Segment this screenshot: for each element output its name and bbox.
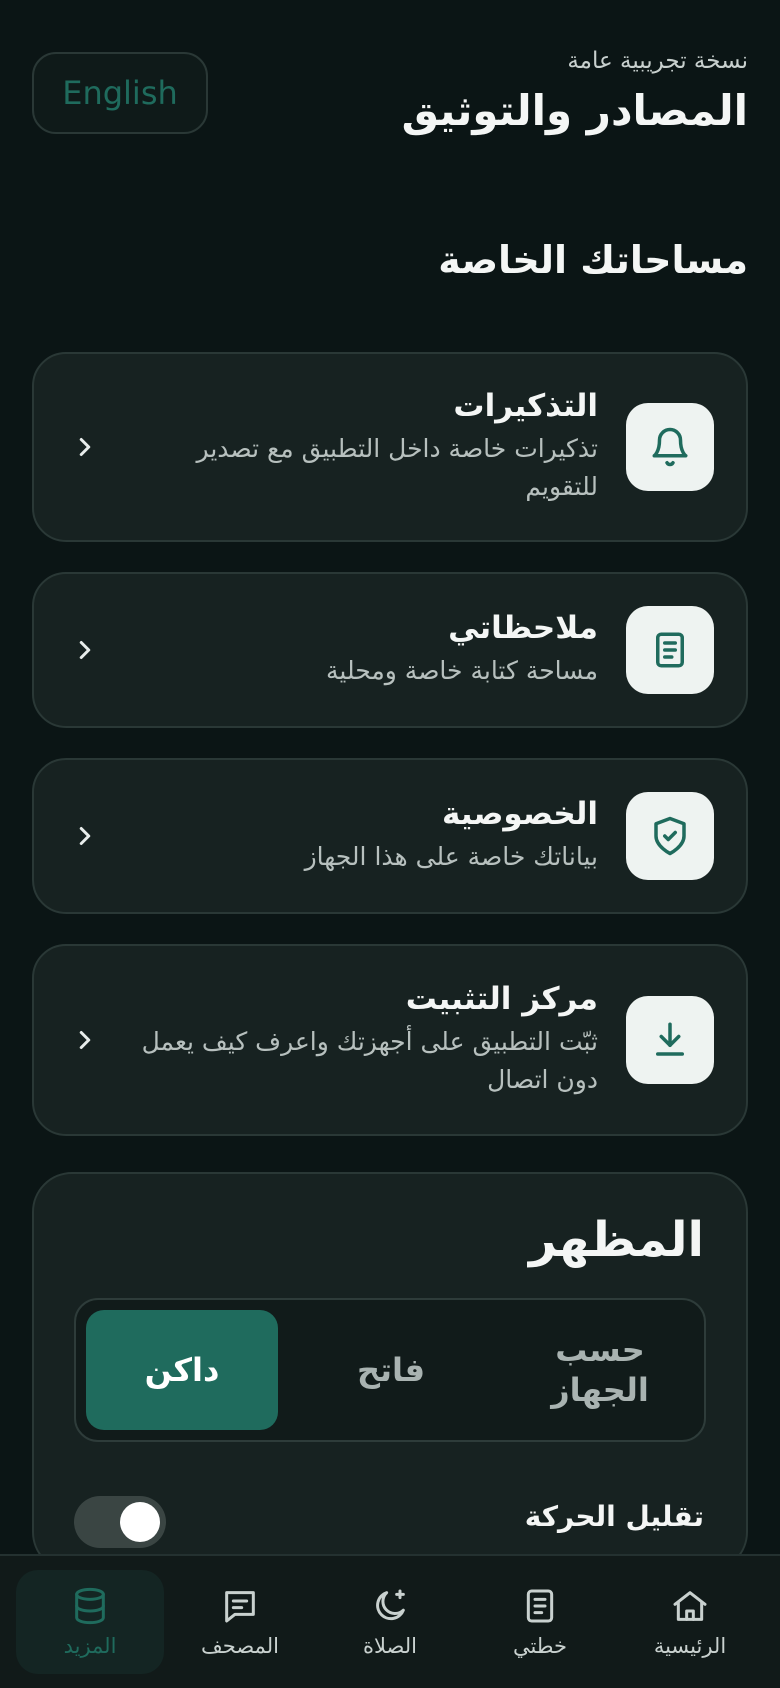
card-notes[interactable]: ملاحظاتي مساحة كتابة خاصة ومحلية bbox=[32, 572, 748, 728]
database-icon bbox=[75, 1587, 105, 1625]
card-description: تذكيرات خاصة داخل التطبيق مع تصدير للتقو… bbox=[196, 434, 598, 501]
language-button[interactable]: English bbox=[32, 52, 208, 134]
moon-star-icon bbox=[376, 1589, 405, 1621]
theme-selector: داكن فاتح حسب الجهاز bbox=[74, 1298, 706, 1442]
card-description: مساحة كتابة خاصة ومحلية bbox=[326, 656, 598, 685]
reduce-motion-label: تقليل الحركة bbox=[524, 1500, 704, 1533]
nav-label: الرئيسية bbox=[653, 1634, 727, 1658]
card-description: بياناتك خاصة على هذا الجهاز bbox=[304, 842, 598, 871]
card-texts: الخصوصية بياناتك خاصة على هذا الجهاز bbox=[128, 796, 598, 876]
chevron-left-icon bbox=[79, 641, 91, 659]
bottom-nav: الرئيسية خطتي الصلاة المصحف المزيد bbox=[0, 1554, 780, 1688]
theme-option-system[interactable]: حسب الجهاز bbox=[504, 1310, 696, 1430]
card-texts: ملاحظاتي مساحة كتابة خاصة ومحلية bbox=[128, 610, 598, 690]
quran-icon bbox=[225, 1591, 255, 1623]
theme-option-dark[interactable]: داكن bbox=[86, 1310, 278, 1430]
nav-label: المصحف bbox=[201, 1634, 279, 1658]
nav-label: الصلاة bbox=[363, 1634, 417, 1658]
card-title: مركز التثبيت bbox=[405, 981, 598, 1017]
card-title: التذكيرات bbox=[453, 388, 598, 424]
card-texts: التذكيرات تذكيرات خاصة داخل التطبيق مع ت… bbox=[128, 388, 598, 506]
download-icon bbox=[626, 996, 714, 1084]
notes-icon bbox=[626, 606, 714, 694]
nav-item-more[interactable]: المزيد bbox=[16, 1570, 164, 1674]
nav-label: المزيد bbox=[63, 1634, 117, 1658]
plan-icon bbox=[526, 1589, 554, 1623]
reduce-motion-toggle[interactable] bbox=[74, 1496, 166, 1548]
card-privacy[interactable]: الخصوصية بياناتك خاصة على هذا الجهاز bbox=[32, 758, 748, 914]
header-subtitle: نسخة تجريبية عامة bbox=[567, 48, 748, 74]
appearance-title: المظهر bbox=[529, 1212, 704, 1268]
home-icon bbox=[673, 1591, 707, 1621]
chevron-left-icon bbox=[79, 1031, 91, 1049]
nav-item-plan[interactable]: خطتي bbox=[466, 1570, 614, 1674]
card-install-center[interactable]: مركز التثبيت ثبّت التطبيق على أجهزتك واع… bbox=[32, 944, 748, 1136]
card-title: الخصوصية bbox=[442, 796, 598, 832]
nav-item-prayer[interactable]: الصلاة bbox=[316, 1570, 464, 1674]
appearance-panel: المظهر داكن فاتح حسب الجهاز تقليل الحركة bbox=[32, 1172, 748, 1572]
nav-item-home[interactable]: الرئيسية bbox=[616, 1570, 764, 1674]
card-description: ثبّت التطبيق على أجهزتك واعرف كيف يعمل د… bbox=[141, 1027, 598, 1094]
card-reminders[interactable]: التذكيرات تذكيرات خاصة داخل التطبيق مع ت… bbox=[32, 352, 748, 542]
bell-icon bbox=[626, 403, 714, 491]
nav-item-quran[interactable]: المصحف bbox=[166, 1570, 314, 1674]
page-title: المصادر والتوثيق bbox=[401, 86, 748, 135]
chevron-left-icon bbox=[79, 438, 91, 456]
card-texts: مركز التثبيت ثبّت التطبيق على أجهزتك واع… bbox=[128, 981, 598, 1099]
nav-label: خطتي bbox=[512, 1634, 568, 1658]
header: نسخة تجريبية عامة المصادر والتوثيق bbox=[402, 48, 748, 135]
shield-check-icon bbox=[626, 792, 714, 880]
toggle-knob bbox=[120, 1502, 160, 1542]
chevron-left-icon bbox=[79, 827, 91, 845]
screen: English نسخة تجريبية عامة المصادر والتوث… bbox=[0, 0, 780, 1688]
theme-option-light[interactable]: فاتح bbox=[295, 1310, 487, 1430]
section-title: مساحاتك الخاصة bbox=[438, 238, 748, 282]
card-title: ملاحظاتي bbox=[448, 610, 598, 646]
